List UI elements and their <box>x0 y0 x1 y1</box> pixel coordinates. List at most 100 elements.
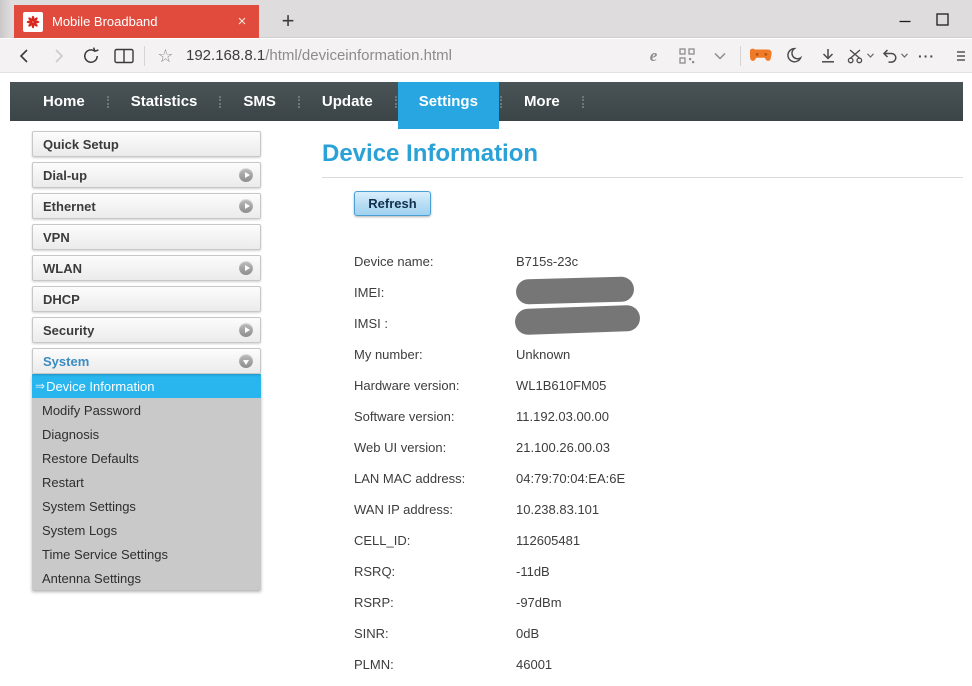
sidebar-section-button[interactable]: VPN <box>32 224 261 250</box>
info-value: 46001 <box>516 657 553 672</box>
sidebar-section-label: Security <box>43 322 95 338</box>
sidebar-section-button[interactable]: Ethernet <box>32 193 261 219</box>
download-icon[interactable] <box>811 42 844 70</box>
qr-code-icon[interactable] <box>670 42 703 70</box>
undo-icon[interactable] <box>877 42 910 70</box>
address-divider <box>740 45 741 66</box>
submenu-item[interactable]: ⇒ Restore Defaults <box>32 446 261 470</box>
tab-close-icon[interactable]: × <box>231 11 253 33</box>
huawei-logo-icon <box>23 11 43 32</box>
settings-sidebar: Quick Setup Dial-up Ethernet VPN WLAN DH… <box>32 131 261 590</box>
info-value: -11dB <box>516 564 550 579</box>
submenu-item[interactable]: ⇒ Restart <box>32 470 261 494</box>
device-info-row: My number: Unknown <box>354 339 641 370</box>
sidebar-section-button[interactable]: System <box>32 348 261 374</box>
sidebar-section-label: Quick Setup <box>43 136 119 152</box>
device-info-row: Hardware version: WL1B610FM05 <box>354 370 641 401</box>
info-label: Web UI version: <box>354 440 447 455</box>
device-info-row: CELL_ID: 112605481 <box>354 525 641 556</box>
nav-item-label: Statistics <box>130 93 198 110</box>
submenu-item[interactable]: ⇒ System Logs <box>32 518 261 542</box>
device-info-row: IMEI: <box>354 276 641 308</box>
submenu-item-label: Restore Defaults <box>42 450 139 466</box>
device-info-row: PLMN: 46001 <box>354 649 641 680</box>
address-bar: ☆ 192.168.8.1/html/deviceinformation.htm… <box>0 39 972 73</box>
sidebar-section-label: System <box>43 353 90 369</box>
nav-item[interactable]: Settings <box>397 82 499 129</box>
submenu-item[interactable]: ⇒ Antenna Settings <box>32 566 261 590</box>
sidebar-section-label: WLAN <box>43 260 82 276</box>
device-info-list: Device name: B715s-23c IMEI: IMSI : My n… <box>354 246 641 680</box>
minimize-button[interactable] <box>894 8 916 30</box>
submenu-item[interactable]: ⇒ System Settings <box>32 494 261 518</box>
info-value <box>515 276 635 305</box>
sidebar-section-button[interactable]: Dial-up <box>32 162 261 188</box>
nav-item[interactable]: SMS <box>222 82 297 121</box>
sidebar-section-button[interactable]: WLAN <box>32 255 261 281</box>
redaction-blob <box>514 304 641 335</box>
submenu-item[interactable]: ⇒ Device Information <box>32 374 261 398</box>
url-path: /html/deviceinformation.html <box>265 47 452 64</box>
nav-item-label: SMS <box>243 93 276 110</box>
url-host: 192.168.8.1 <box>186 47 266 64</box>
device-info-row: SINR: 0dB <box>354 618 641 649</box>
device-info-row: LAN MAC address: 04:79:70:04:EA:6E <box>354 463 641 494</box>
clipped-menu-icon[interactable] <box>943 42 972 70</box>
back-icon[interactable] <box>8 42 41 70</box>
sidebar-section-button[interactable]: Quick Setup <box>32 131 261 157</box>
dark-mode-moon-icon[interactable] <box>778 42 811 70</box>
info-label: RSRP: <box>354 595 394 610</box>
chevron-down-icon[interactable] <box>703 42 736 70</box>
favorite-star-icon[interactable]: ☆ <box>149 42 182 70</box>
device-info-row: WAN IP address: 10.238.83.101 <box>354 494 641 525</box>
submenu-item[interactable]: ⇒ Diagnosis <box>32 422 261 446</box>
info-label: WAN IP address: <box>354 502 453 517</box>
expand-arrow-icon <box>239 323 253 337</box>
nav-separator <box>106 95 109 108</box>
nav-item[interactable]: Statistics <box>110 82 219 121</box>
info-label: Device name: <box>354 254 434 269</box>
new-tab-button[interactable]: + <box>272 5 304 38</box>
reading-view-icon[interactable] <box>107 42 140 70</box>
expand-arrow-icon <box>239 354 253 368</box>
submenu-item[interactable]: ⇒ Modify Password <box>32 398 261 422</box>
window-edge <box>0 0 11 38</box>
gamepad-icon[interactable] <box>745 42 778 70</box>
maximize-button[interactable] <box>931 8 953 30</box>
device-info-row: Software version: 11.192.03.00.00 <box>354 401 641 432</box>
nav-item[interactable]: Home <box>22 82 106 121</box>
browser-tab[interactable]: Mobile Broadband × <box>14 5 259 38</box>
web-clip-scissors-icon[interactable] <box>844 42 877 70</box>
nav-item-label: Update <box>321 93 373 110</box>
nav-item[interactable]: Update <box>301 82 394 121</box>
device-info-row: Device name: B715s-23c <box>354 246 641 277</box>
info-label: Hardware version: <box>354 378 460 393</box>
browser-window: Mobile Broadband × + ☆ 192.168.8.1/html/… <box>0 0 972 686</box>
nav-separator <box>297 95 300 108</box>
submenu-item[interactable]: ⇒ Time Service Settings <box>32 542 261 566</box>
info-value: 112605481 <box>516 533 581 548</box>
submenu-item-label: Modify Password <box>42 402 141 418</box>
refresh-button[interactable]: Refresh <box>354 191 431 216</box>
page-title: Device Information <box>322 140 539 167</box>
submenu-item-label: System Logs <box>42 522 118 538</box>
nav-item-label: Settings <box>418 93 478 110</box>
sidebar-section-label: VPN <box>43 229 70 245</box>
submenu-item-label: Antenna Settings <box>42 570 142 586</box>
site-navbar: Home Statistics SMS Update Settings More <box>10 82 963 129</box>
internet-explorer-icon[interactable]: e <box>637 42 670 70</box>
info-value: Unknown <box>516 347 571 362</box>
more-options-icon[interactable]: ··· <box>910 42 943 70</box>
sidebar-section-label: Ethernet <box>43 198 96 214</box>
expand-arrow-icon <box>239 168 253 182</box>
info-label: PLMN: <box>354 657 394 672</box>
nav-separator <box>499 95 502 108</box>
sidebar-section-button[interactable]: Security <box>32 317 261 343</box>
sidebar-section-button[interactable]: DHCP <box>32 286 261 312</box>
info-value: WL1B610FM05 <box>516 378 607 393</box>
refresh-page-icon[interactable] <box>74 42 107 70</box>
info-value: 0dB <box>516 626 540 641</box>
url-text[interactable]: 192.168.8.1/html/deviceinformation.html <box>186 47 452 64</box>
nav-item[interactable]: More <box>503 82 581 121</box>
tab-strip: Mobile Broadband × + <box>0 0 972 38</box>
